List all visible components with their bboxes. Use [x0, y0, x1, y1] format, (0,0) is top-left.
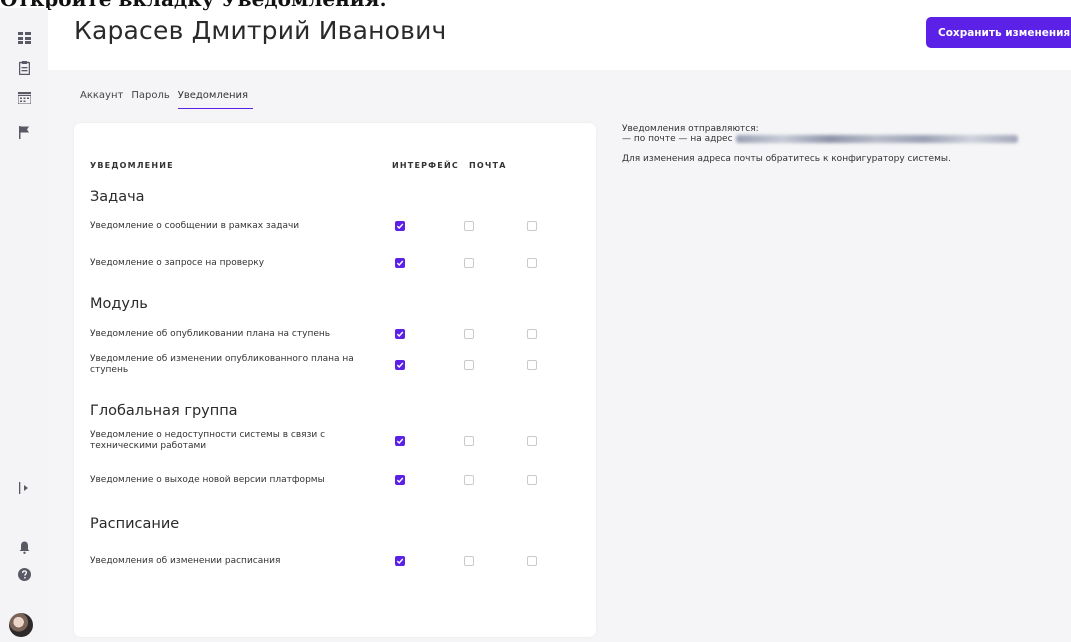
page-title: Карасев Дмитрий Иванович — [74, 16, 447, 45]
info-line-1: Уведомления отправляются: — [622, 124, 759, 134]
tab-bar: Аккаунт Пароль Уведомления — [80, 90, 256, 112]
group-title: Задача — [90, 189, 145, 205]
interface-checkbox[interactable] — [395, 556, 405, 566]
calendar-icon[interactable] — [0, 88, 48, 108]
tab-password[interactable]: Пароль — [131, 90, 174, 108]
save-changes-button[interactable]: Сохранить изменения — [926, 17, 1071, 48]
notification-info: Уведомления отправляются: — по почте — н… — [622, 124, 1018, 164]
sidebar — [0, 8, 48, 642]
mail-checkbox[interactable] — [464, 436, 474, 446]
extra-checkbox[interactable] — [527, 556, 537, 566]
column-header-interface: ИНТЕРФЕЙС — [392, 161, 459, 170]
interface-checkbox[interactable] — [395, 436, 405, 446]
group-title: Модуль — [90, 296, 148, 312]
avatar[interactable] — [9, 613, 33, 637]
column-header-mail: ПОЧТА — [469, 161, 507, 170]
group-title: Глобальная группа — [90, 403, 238, 419]
page-caption: Откройте вкладку Уведомления: — [0, 0, 387, 9]
notification-label: Уведомление о запросе на проверку — [90, 257, 265, 268]
notification-label: Уведомление о недоступности системы в св… — [90, 430, 326, 451]
mail-checkbox[interactable] — [464, 221, 474, 231]
group-title: Расписание — [90, 516, 180, 532]
interface-checkbox[interactable] — [395, 360, 405, 370]
mail-checkbox[interactable] — [464, 360, 474, 370]
mail-checkbox[interactable] — [464, 475, 474, 485]
interface-checkbox[interactable] — [395, 475, 405, 485]
extra-checkbox[interactable] — [527, 360, 537, 370]
bell-icon[interactable] — [0, 537, 48, 557]
interface-checkbox[interactable] — [395, 221, 405, 231]
notification-label: Уведомления об изменении расписания — [90, 555, 281, 566]
notifications-card: УВЕДОМЛЕНИЕ ИНТЕРФЕЙС ПОЧТА Задача Уведом… — [74, 123, 596, 637]
grid-icon[interactable] — [0, 28, 48, 48]
interface-checkbox[interactable] — [395, 329, 405, 339]
extra-checkbox[interactable] — [527, 475, 537, 485]
flag-icon[interactable] — [0, 122, 48, 142]
extra-checkbox[interactable] — [527, 436, 537, 446]
help-icon[interactable] — [0, 564, 48, 584]
tab-account[interactable]: Аккаунт — [80, 90, 128, 108]
info-line-2: — по почте — на адрес — [622, 134, 1018, 144]
notification-label: Уведомление об опубликовании плана на ст… — [90, 328, 331, 339]
redacted-email — [735, 134, 1018, 143]
notification-label: Уведомление о сообщении в рамках задачи — [90, 220, 300, 231]
extra-checkbox[interactable] — [527, 258, 537, 268]
mail-checkbox[interactable] — [464, 329, 474, 339]
notification-label: Уведомление об изменении опубликованного… — [90, 354, 354, 375]
info-line-3: Для изменения адреса почты обратитесь к … — [622, 154, 951, 164]
extra-checkbox[interactable] — [527, 221, 537, 231]
interface-checkbox[interactable] — [395, 258, 405, 268]
clipboard-icon[interactable] — [0, 58, 48, 78]
expand-icon[interactable] — [0, 478, 48, 498]
mail-checkbox[interactable] — [464, 258, 474, 268]
tab-notifications[interactable]: Уведомления — [177, 90, 254, 109]
mail-checkbox[interactable] — [464, 556, 474, 566]
extra-checkbox[interactable] — [527, 329, 537, 339]
column-header-notification: УВЕДОМЛЕНИЕ — [90, 161, 174, 170]
notification-label: Уведомление о выходе новой версии платфо… — [90, 474, 325, 485]
